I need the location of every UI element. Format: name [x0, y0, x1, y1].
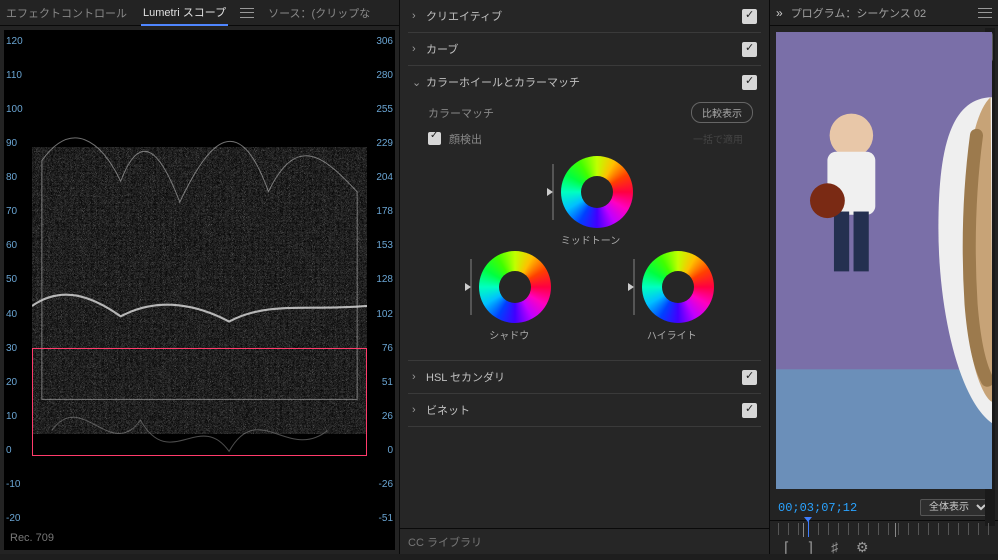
toggle-creative[interactable] — [742, 9, 757, 24]
mark-out-icon[interactable]: ⌉ — [807, 539, 812, 556]
lumetri-scope: 120 110 100 90 80 70 60 50 40 30 20 10 0… — [4, 30, 395, 550]
settings-icon[interactable]: ⚙ — [856, 539, 869, 556]
color-match-label: カラーマッチ — [428, 105, 494, 121]
section-creative[interactable]: › クリエイティブ — [412, 8, 757, 24]
tab-cc-library[interactable]: CC ライブラリ — [400, 528, 769, 554]
highlight-wheel[interactable] — [642, 251, 714, 323]
highlight-luma-slider[interactable] — [630, 259, 638, 315]
scope-axis-left: 120 110 100 90 80 70 60 50 40 30 20 10 0… — [6, 36, 34, 524]
lumetri-panel: › クリエイティブ › カーブ ⌄ カラーホイールとカラーマッチ — [400, 0, 769, 528]
face-detect-checkbox[interactable] — [428, 132, 441, 145]
panel-menu-icon[interactable] — [978, 8, 992, 18]
timeline-ruler[interactable]: ⌈ ⌉ ♯ ⚙ — [770, 520, 998, 554]
shadow-luma-slider[interactable] — [467, 259, 475, 315]
tab-effect-controls[interactable]: エフェクトコントロール — [4, 1, 129, 25]
midtone-wheel[interactable] — [561, 156, 633, 228]
timecode[interactable]: 00;03;07;12 — [778, 501, 857, 515]
toggle-wheels[interactable] — [742, 75, 757, 90]
program-viewer[interactable] — [776, 32, 992, 489]
program-header: » プログラム：シーケンス 02 — [770, 0, 998, 26]
mark-in-icon[interactable]: ⌈ — [784, 539, 789, 556]
apply-button[interactable]: 一括で適用 — [683, 129, 753, 148]
panel-menu-icon[interactable] — [240, 8, 254, 18]
midtone-label: ミッドトーン — [561, 232, 621, 247]
chevron-right-icon: › — [412, 371, 420, 383]
fit-select[interactable]: 全体表示 — [920, 499, 990, 516]
playhead[interactable] — [808, 521, 809, 537]
program-title: プログラム：シーケンス 02 — [791, 5, 926, 21]
chevrons-icon[interactable]: » — [776, 6, 783, 20]
chevron-right-icon: › — [412, 10, 420, 22]
toggle-curves[interactable] — [742, 42, 757, 57]
toggle-vignette[interactable] — [742, 403, 757, 418]
section-hsl[interactable]: › HSL セカンダリ — [412, 369, 757, 385]
section-color-wheels[interactable]: ⌄ カラーホイールとカラーマッチ — [412, 74, 757, 90]
section-vignette[interactable]: › ビネット — [412, 402, 757, 418]
chevron-down-icon: ⌄ — [412, 76, 420, 89]
face-detect-label: 顔検出 — [449, 131, 482, 147]
section-curves[interactable]: › カーブ — [412, 41, 757, 57]
chevron-right-icon: › — [412, 43, 420, 55]
tab-source[interactable]: ソース：(クリップな — [266, 1, 372, 25]
shadow-wheel[interactable] — [479, 251, 551, 323]
compare-button[interactable]: 比較表示 — [691, 102, 753, 123]
toggle-hsl[interactable] — [742, 370, 757, 385]
left-panel-tabs: エフェクトコントロール Lumetri スコープ ソース：(クリップな — [0, 0, 399, 26]
highlight-label: ハイライト — [647, 327, 697, 342]
shadow-label: シャドウ — [489, 327, 529, 342]
chevron-right-icon: › — [412, 404, 420, 416]
marker-icon[interactable]: ♯ — [831, 539, 838, 556]
rec-label: Rec. 709 — [10, 532, 54, 544]
tab-lumetri-scope[interactable]: Lumetri スコープ — [141, 0, 228, 26]
midtone-luma-slider[interactable] — [549, 164, 557, 220]
scope-axis-right: 306 280 255 229 204 178 153 128 102 76 5… — [365, 36, 393, 524]
waveform-canvas — [32, 36, 367, 524]
